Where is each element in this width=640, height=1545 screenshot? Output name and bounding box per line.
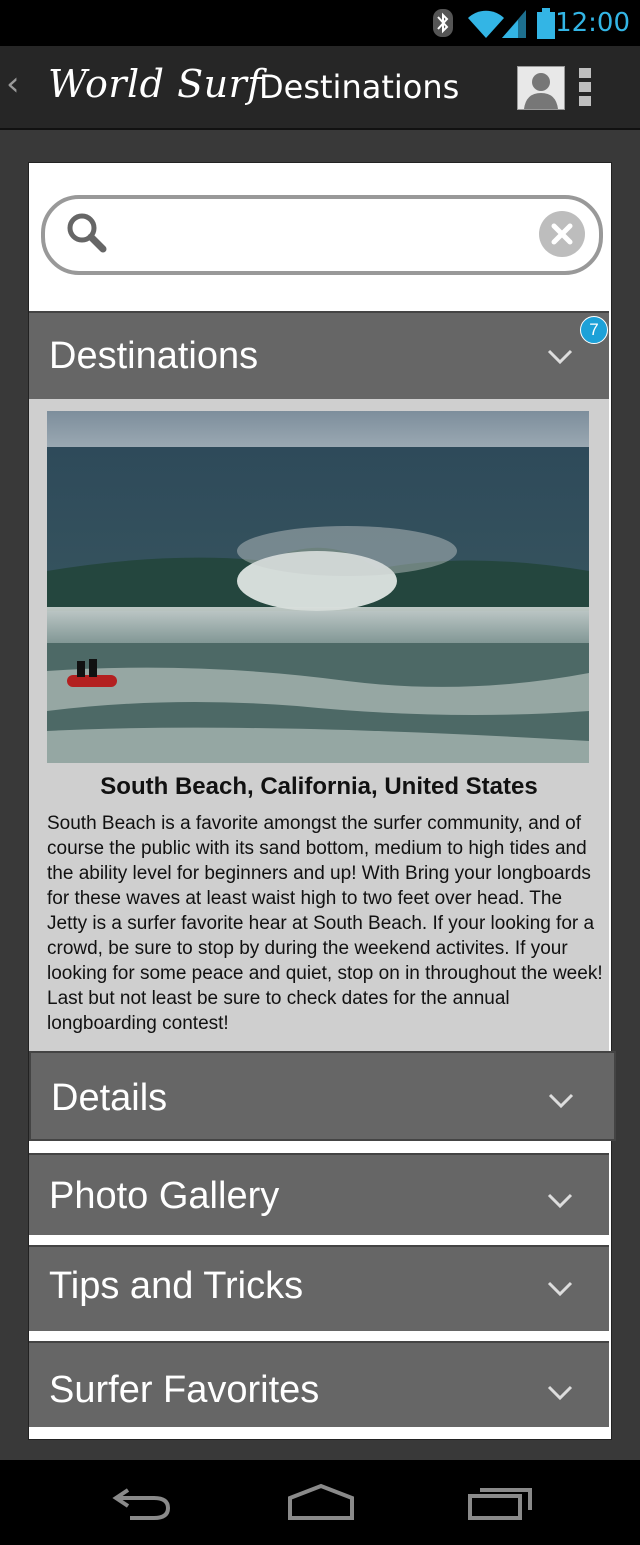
section-details-header[interactable]: Details <box>29 1051 616 1141</box>
clear-icon[interactable] <box>539 211 585 257</box>
navigation-bar <box>0 1460 640 1545</box>
main-panel: Destinations 7 South Beach, California, … <box>28 162 616 1440</box>
destination-card: South Beach, California, United States S… <box>29 399 609 1051</box>
destination-description: South Beach is a favorite amongst the su… <box>47 813 603 1034</box>
chevron-down-icon <box>547 1385 573 1401</box>
chevron-down-icon <box>547 1193 573 1209</box>
section-photo-gallery-header[interactable]: Photo Gallery <box>29 1153 609 1235</box>
content-area: Destinations 7 South Beach, California, … <box>0 130 640 1460</box>
overflow-menu-icon[interactable] <box>579 68 593 108</box>
action-bar: ‹ World Surf Destinations <box>0 46 640 130</box>
home-nav-icon[interactable] <box>286 1482 356 1522</box>
back-chevron-icon[interactable]: ‹ <box>6 64 20 104</box>
app-title: World Surf <box>48 62 262 106</box>
search-box[interactable] <box>41 195 603 275</box>
search-icon <box>67 213 107 253</box>
chevron-down-icon <box>547 1281 573 1297</box>
status-bar: 12:00 <box>0 0 640 46</box>
recent-apps-icon[interactable] <box>466 1482 536 1522</box>
section-label: Tips and Tricks <box>49 1265 304 1307</box>
destination-photo <box>47 411 589 763</box>
battery-icon <box>537 8 555 39</box>
count-badge: 7 <box>580 316 608 344</box>
signal-icon <box>502 10 526 38</box>
back-nav-icon[interactable] <box>110 1482 174 1522</box>
destination-caption: South Beach, California, United States <box>100 773 538 800</box>
section-label: Surfer Favorites <box>49 1369 320 1411</box>
user-avatar-icon[interactable] <box>517 66 565 110</box>
status-time: 12:00 <box>555 8 630 38</box>
section-label: Destinations <box>49 335 259 377</box>
section-destinations-header[interactable]: Destinations <box>29 311 609 399</box>
section-label: Photo Gallery <box>49 1175 280 1217</box>
chevron-down-icon <box>548 1093 574 1109</box>
section-favorites-header[interactable]: Surfer Favorites <box>29 1341 609 1427</box>
bluetooth-icon <box>433 9 453 37</box>
screen-title: Destinations <box>259 68 460 106</box>
section-tips-header[interactable]: Tips and Tricks <box>29 1245 609 1331</box>
section-label: Details <box>51 1077 168 1119</box>
chevron-down-icon <box>547 349 573 365</box>
search-input[interactable] <box>125 213 529 255</box>
